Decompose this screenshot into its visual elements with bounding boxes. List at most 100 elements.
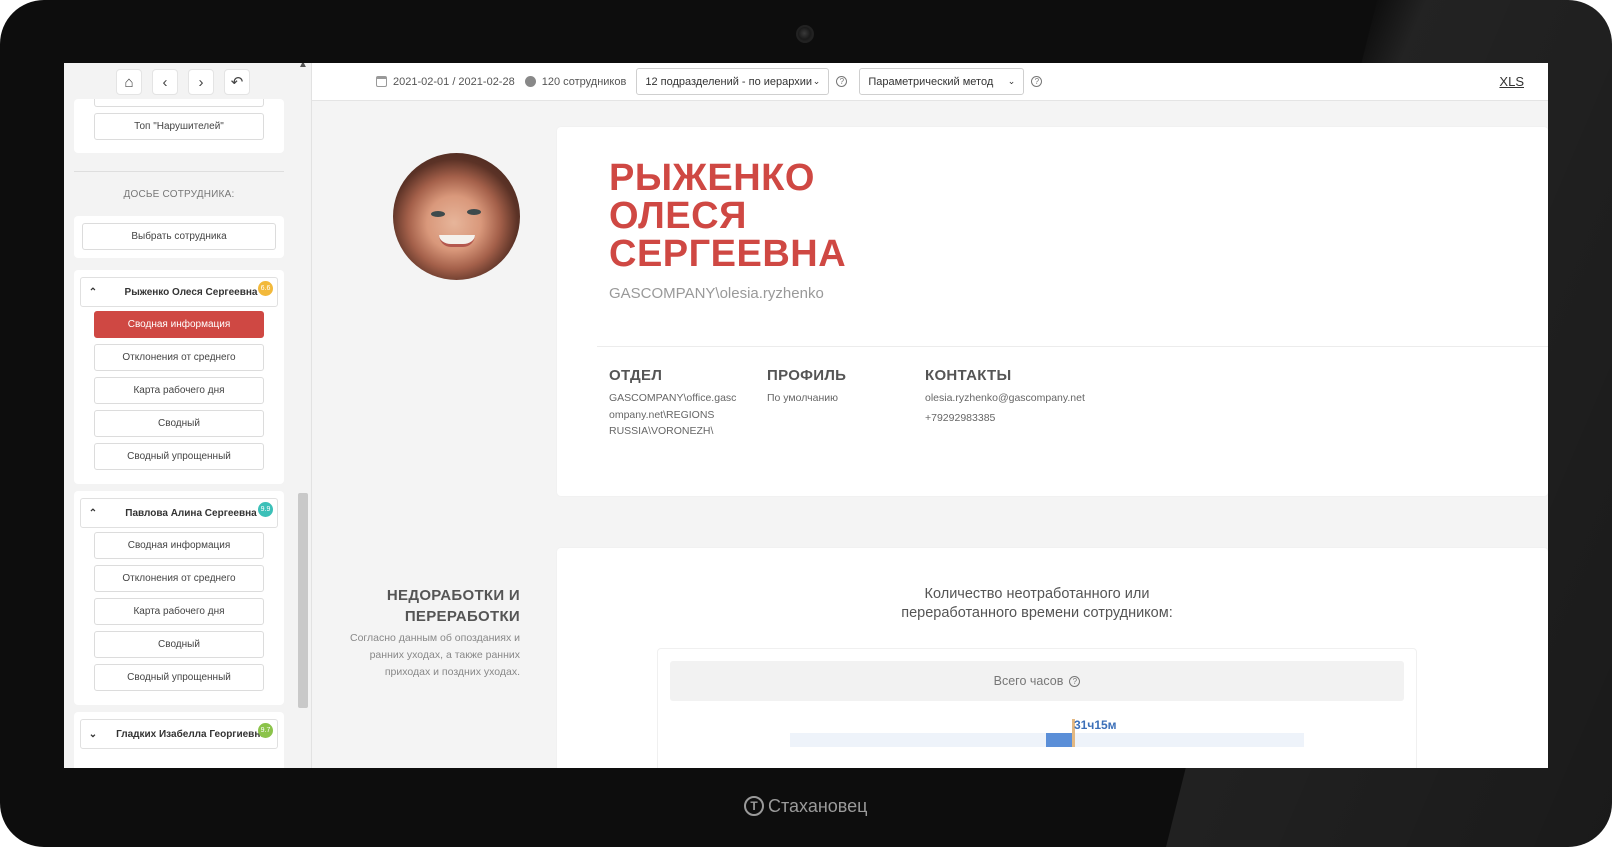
chevron-left-icon[interactable]: ‹ (152, 69, 178, 95)
scroll-up-arrow-icon[interactable]: ▲ (298, 63, 308, 70)
brand-name: Стахановец (768, 795, 868, 816)
employee-surname: РЫЖЕНКО (609, 157, 815, 199)
xls-export-link[interactable]: XLS (1499, 74, 1524, 89)
employee-report-list: Сводная информация Отклонения от среднег… (74, 311, 284, 470)
report-consolidated-button[interactable]: Сводный (94, 410, 264, 437)
nav-toolbar: ⌂ ‹ › ↶ (116, 69, 250, 95)
avatar-mouth (439, 235, 475, 247)
report-workday-map-button[interactable]: Карта рабочего дня (94, 598, 264, 625)
employee-name: Рыженко Олеся Сергеевна (124, 286, 258, 298)
brand-mark-icon: T (744, 796, 764, 816)
report-summary-button[interactable]: Сводная информация (94, 311, 264, 338)
contact-phone[interactable]: +79292983385 (925, 410, 1145, 427)
avatar-eye (431, 211, 445, 217)
report-deviations-button[interactable]: Отклонения от среднего (94, 344, 264, 371)
method-select[interactable]: Параметрический метод ⌄ (859, 68, 1025, 95)
top-violators-button[interactable]: Топ "Нарушителей" (94, 113, 264, 140)
chevron-right-icon[interactable]: › (188, 69, 214, 95)
department-info: ОТДЕЛ GASCOMPANY\office.gasc ompany.net\… (609, 367, 749, 440)
contacts-info: КОНТАКТЫ olesia.ryzhenko@gascompany.net … (925, 367, 1145, 426)
profile-divider (597, 346, 1548, 347)
employee-avatar (393, 153, 520, 280)
employee-full-name: РЫЖЕНКО ОЛЕСЯ СЕРГЕЕВНА (609, 159, 846, 273)
underwork-desc-line: приходах и поздних уходах. (384, 666, 520, 678)
underwork-title-line: ПЕРЕРАБОТКИ (404, 608, 520, 625)
chart-title-line: Количество неотработанного или (924, 586, 1150, 602)
calendar-icon (376, 76, 387, 87)
employee-name: Гладких Изабелла Георгиевна (116, 728, 266, 740)
top-filter-bar: 2021-02-01 / 2021-02-28 120 сотрудников … (312, 63, 1548, 101)
report-summary-button[interactable]: Сводная информация (94, 532, 264, 559)
total-hours-label: Всего часов (993, 674, 1064, 688)
underwork-section-title: НЕДОРАБОТКИ И ПЕРЕРАБОТКИ (320, 585, 520, 627)
sidebar: ▲ ⌂ ‹ › ↶ Топ "Нарушителей" ДОСЬЕ СОТРУД… (64, 63, 312, 768)
employee-patronymic: СЕРГЕЕВНА (609, 233, 847, 275)
chevron-down-icon: ⌄ (812, 76, 821, 86)
select-employee-panel: Выбрать сотрудника (74, 216, 284, 258)
hours-bar (1046, 733, 1072, 747)
avatar-eye (467, 209, 481, 215)
employee-panel-gladkih: ⌄ Гладких Изабелла Георгиевна 9.7 (74, 712, 284, 768)
reports-panel: Топ "Нарушителей" (74, 99, 284, 153)
chevron-up-icon[interactable]: ⌃ (81, 287, 105, 298)
report-deviations-button[interactable]: Отклонения от среднего (94, 565, 264, 592)
help-icon[interactable]: ? (1031, 76, 1043, 87)
chevron-down-icon[interactable]: ⌄ (81, 729, 105, 740)
undo-icon[interactable]: ↶ (224, 69, 250, 95)
departments-select-value: 12 подразделений - по иерархии (645, 75, 813, 88)
employee-header[interactable]: ⌃ Рыженко Олеся Сергеевна 6.6 (80, 277, 278, 307)
chevron-down-icon: ⌄ (1007, 76, 1016, 86)
dossier-section-label: ДОСЬЕ СОТРУДНИКА: (123, 189, 235, 200)
underwork-desc-line: ранних уходах, а также ранних (369, 649, 520, 661)
report-consolidated-simple-button[interactable]: Сводный упрощенный (94, 664, 264, 691)
underwork-desc-line: Согласно данным об опозданиях и (350, 632, 520, 644)
employee-panel-pavlova: ⌃ Павлова Алина Сергеевна 9.9 Сводная ин… (74, 491, 284, 705)
hours-bar-label: 31ч15м (1074, 718, 1117, 732)
select-employee-button[interactable]: Выбрать сотрудника (82, 223, 276, 250)
employee-name: Павлова Алина Сергеевна (125, 507, 257, 519)
department-line: RUSSIA\VORONEZH\ (609, 425, 714, 437)
report-consolidated-simple-button[interactable]: Сводный упрощенный (94, 443, 264, 470)
employee-panel-ryzhenko: ⌃ Рыженко Олеся Сергеевна 6.6 Сводная ин… (74, 270, 284, 484)
previous-button-edge (94, 99, 264, 107)
profile-info: ПРОФИЛЬ По умолчанию (767, 367, 907, 407)
device-frame: ▲ ⌂ ‹ › ↶ Топ "Нарушителей" ДОСЬЕ СОТРУД… (0, 0, 1612, 847)
sidebar-divider (74, 171, 284, 172)
employees-count[interactable]: 120 сотрудников (524, 75, 627, 88)
report-consolidated-button[interactable]: Сводный (94, 631, 264, 658)
total-hours-header: Всего часов ? (670, 661, 1404, 701)
department-line: GASCOMPANY\office.gasc (609, 392, 737, 404)
brand-logo: T Стахановец (744, 794, 868, 818)
report-workday-map-button[interactable]: Карта рабочего дня (94, 377, 264, 404)
sidebar-scrollbar[interactable] (298, 493, 308, 708)
home-icon[interactable]: ⌂ (116, 69, 142, 95)
underwork-title-line: НЕДОРАБОТКИ И (386, 587, 520, 604)
score-badge: 9.9 (258, 502, 273, 517)
employee-login: GASCOMPANY\olesia.ryzhenko (609, 285, 824, 302)
employee-header[interactable]: ⌃ Павлова Алина Сергеевна 9.9 (80, 498, 278, 528)
department-line: ompany.net\REGIONS (609, 408, 715, 421)
chevron-up-icon[interactable]: ⌃ (81, 508, 105, 519)
help-icon[interactable]: ? (1069, 675, 1081, 687)
camera-icon (796, 25, 814, 43)
date-range[interactable]: 2021-02-01 / 2021-02-28 (376, 76, 515, 88)
help-icon[interactable]: ? (836, 76, 848, 87)
employees-count-text: 120 сотрудников (541, 75, 627, 88)
employee-header[interactable]: ⌄ Гладких Изабелла Георгиевна 9.7 (80, 719, 278, 749)
contact-email[interactable]: olesia.ryzhenko@gascompany.net (925, 390, 1145, 407)
employee-report-list: Сводная информация Отклонения от среднег… (74, 532, 284, 691)
user-icon (524, 76, 536, 87)
employee-first-name: ОЛЕСЯ (609, 195, 747, 237)
underwork-description: Согласно данным об опозданиях и ранних у… (320, 630, 520, 681)
profile-value: По умолчанию (767, 392, 839, 404)
score-badge: 6.6 (258, 281, 273, 296)
department-label: ОТДЕЛ (609, 367, 663, 384)
departments-select[interactable]: 12 подразделений - по иерархии ⌄ (636, 68, 830, 95)
profile-label: ПРОФИЛЬ (767, 367, 847, 384)
chart-title: Количество неотработанного или переработ… (857, 585, 1217, 623)
method-select-value: Параметрический метод (868, 75, 994, 88)
score-badge: 9.7 (258, 723, 273, 738)
chart-title-line: переработанного времени сотрудником: (901, 605, 1173, 621)
date-range-text: 2021-02-01 / 2021-02-28 (393, 75, 515, 88)
app-screen: ▲ ⌂ ‹ › ↶ Топ "Нарушителей" ДОСЬЕ СОТРУД… (64, 63, 1548, 768)
